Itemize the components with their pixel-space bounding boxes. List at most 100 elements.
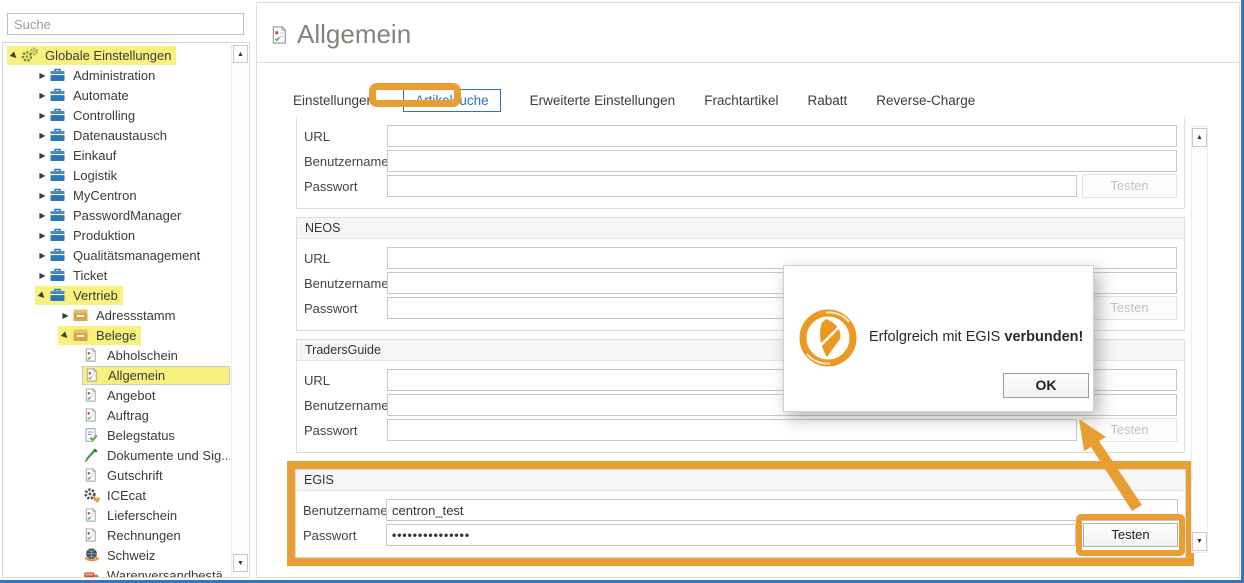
tab-reverse-charge[interactable]: Reverse-Charge	[876, 89, 975, 112]
expander-collapsed-icon[interactable]: ▶	[36, 211, 49, 220]
tree-item-logistik[interactable]: ▶ Logistik	[3, 165, 230, 185]
username-label: Benutzername	[303, 503, 386, 518]
tree-item-content: ▶Belege	[58, 326, 141, 345]
neos-testen-button[interactable]: Testen	[1082, 296, 1177, 320]
tree-item-label: Schweiz	[107, 548, 155, 563]
tree-item-warenversandbest[interactable]: Warenversandbestä	[3, 565, 230, 577]
tree-item-ticket[interactable]: ▶Ticket	[3, 265, 230, 285]
dialog-message: Erfolgreich mit EGIS verbunden!	[869, 329, 1083, 345]
scroll-up-icon[interactable]: ▲	[1192, 128, 1207, 147]
doc-icon	[83, 467, 102, 483]
tree-item-belege[interactable]: ▶Belege	[3, 325, 230, 345]
tree-item-label: MyCentron	[73, 188, 137, 203]
tradersguide-testen-button[interactable]: Testen	[1082, 418, 1177, 442]
tree-item-gutschrift[interactable]: Gutschrift	[3, 465, 230, 485]
tab-frachtartikel[interactable]: Frachtartikel	[704, 89, 778, 112]
tree-item-auftrag[interactable]: Auftrag	[3, 405, 230, 425]
tree-item-controlling[interactable]: ▶Controlling	[3, 105, 230, 125]
expander-collapsed-icon[interactable]: ▶	[36, 171, 49, 180]
ok-button[interactable]: OK	[1003, 373, 1089, 398]
tree-item-label: Einkauf	[73, 148, 116, 163]
expander-expanded-icon[interactable]: ▶	[58, 327, 74, 343]
expander-collapsed-icon[interactable]: ▶	[36, 91, 49, 100]
password-label: Passwort	[303, 528, 386, 543]
tree-item-content: Lieferschein	[82, 506, 182, 525]
expander-expanded-icon[interactable]: ▶	[35, 287, 51, 303]
scroll-up-icon[interactable]: ▲	[233, 45, 248, 63]
tree-item-abholschein[interactable]: Abholschein	[3, 345, 230, 365]
tree-item-content: Rechnungen	[82, 526, 186, 545]
tree-item-dokumente-und-sig[interactable]: Dokumente und Sig...	[3, 445, 230, 465]
tree-item-adressstamm[interactable]: ▶Adressstamm	[3, 305, 230, 325]
scroll-down-icon[interactable]: ▼	[1192, 532, 1207, 551]
tree-item-datenaustausch[interactable]: ▶Datenaustausch	[3, 125, 230, 145]
tree-item-lieferschein[interactable]: Lieferschein	[3, 505, 230, 525]
tab-rabatt[interactable]: Rabatt	[807, 89, 847, 112]
tab-artikelsuche[interactable]: Artikelsuche	[403, 89, 501, 112]
tree-item-belegstatus[interactable]: Belegstatus	[3, 425, 230, 445]
url-label: URL	[304, 251, 387, 266]
tab-einstellungen[interactable]: Einstellungen	[293, 89, 374, 112]
field-row-username: Benutzername	[303, 499, 1178, 521]
expander-collapsed-icon[interactable]: ▶	[36, 271, 49, 280]
tree-item-mycentron[interactable]: ▶ MyCentron	[3, 185, 230, 205]
expander-collapsed-icon[interactable]: ▶	[36, 71, 49, 80]
tree-item-globale-einstellungen[interactable]: ▶Globale Einstellungen	[3, 45, 230, 65]
tree-item-label: Logistik	[73, 168, 117, 183]
briefcase-icon	[49, 127, 68, 143]
doc-icon	[83, 387, 102, 403]
briefcase-icon	[49, 227, 68, 243]
tree-item-passwordmanager[interactable]: ▶ PasswordManager	[3, 205, 230, 225]
top-password-input[interactable]	[387, 175, 1077, 197]
section-header-neos: NEOS	[297, 218, 1184, 239]
tree-item-schweiz[interactable]: Schweiz	[3, 545, 230, 565]
search-input[interactable]	[7, 13, 244, 35]
briefcase-icon	[49, 207, 68, 223]
expander-collapsed-icon[interactable]: ▶	[36, 131, 49, 140]
tradersguide-password-input[interactable]	[387, 419, 1077, 441]
briefcase-icon	[49, 287, 68, 303]
tree-item-einkauf[interactable]: ▶ Einkauf	[3, 145, 230, 165]
tree-item-allgemein[interactable]: Allgemein	[3, 365, 230, 385]
tree-item-rechnungen[interactable]: Rechnungen	[3, 525, 230, 545]
expander-collapsed-icon[interactable]: ▶	[36, 231, 49, 240]
top-url-input[interactable]	[387, 125, 1177, 147]
pen-icon	[83, 447, 102, 463]
tree-item-produktion[interactable]: ▶ Produktion	[3, 225, 230, 245]
tree-item-label: Gutschrift	[107, 468, 163, 483]
tree-item-vertrieb[interactable]: ▶Vertrieb	[3, 285, 230, 305]
tree-item-label: Belegstatus	[107, 428, 175, 443]
expander-collapsed-icon[interactable]: ▶	[36, 191, 49, 200]
expander-collapsed-icon[interactable]: ▶	[36, 151, 49, 160]
tree-item-content: ▶ Logistik	[35, 166, 122, 185]
tree-item-content: ▶Automate	[35, 86, 134, 105]
tree-item-content: ▶Datenaustausch	[35, 126, 172, 145]
tree-item-label: Warenversandbestä	[107, 568, 223, 578]
expander-collapsed-icon[interactable]: ▶	[36, 251, 49, 260]
top-testen-button[interactable]: Testen	[1082, 174, 1177, 198]
scroll-down-icon[interactable]: ▼	[233, 554, 248, 572]
tree-item-administration[interactable]: ▶Administration	[3, 65, 230, 85]
tree-scrollbar[interactable]: ▲ ▼	[231, 44, 248, 576]
content-scrollbar[interactable]: ▲ ▼	[1191, 126, 1208, 553]
tree-item-angebot[interactable]: Angebot	[3, 385, 230, 405]
field-row-username: Benutzername	[304, 150, 1177, 172]
section-header-egis: EGIS	[296, 470, 1185, 491]
expander-expanded-icon[interactable]: ▶	[7, 47, 23, 63]
egis-testen-button[interactable]: Testen	[1083, 523, 1178, 547]
tree-item-automate[interactable]: ▶Automate	[3, 85, 230, 105]
tree-item-label: Produktion	[73, 228, 135, 243]
egis-username-input[interactable]	[386, 499, 1178, 521]
gears-icon	[21, 47, 40, 63]
tab-erweiterte-einstellungen[interactable]: Erweiterte Einstellungen	[530, 89, 676, 112]
password-label: Passwort	[304, 179, 387, 194]
top-username-input[interactable]	[387, 150, 1177, 172]
sidebar: ▶Globale Einstellungen▶Administration▶Au…	[0, 0, 252, 580]
expander-collapsed-icon[interactable]: ▶	[36, 111, 49, 120]
expander-collapsed-icon[interactable]: ▶	[59, 311, 72, 320]
tree-item-icecat[interactable]: ICEcat	[3, 485, 230, 505]
dialog-message-text: Erfolgreich mit EGIS	[869, 329, 1004, 345]
tree-item-label: PasswordManager	[73, 208, 181, 223]
tree-item-qualit-tsmanagement[interactable]: ▶Qualitätsmanagement	[3, 245, 230, 265]
egis-password-input[interactable]	[386, 524, 1076, 546]
